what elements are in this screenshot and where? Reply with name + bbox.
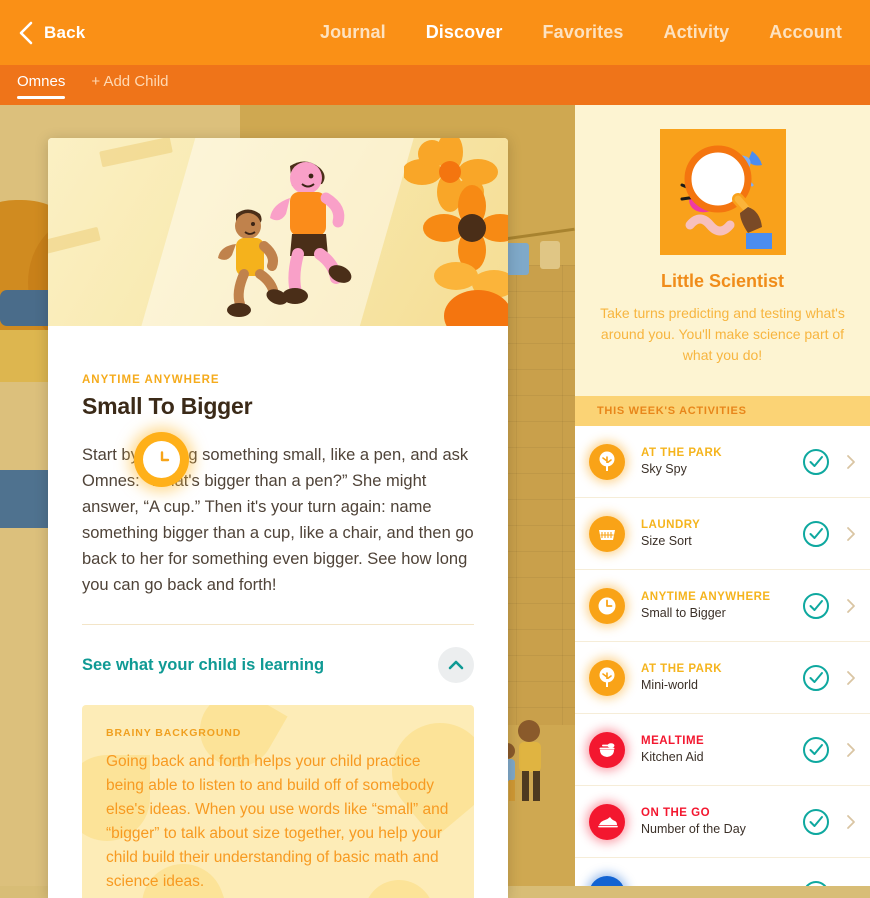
back-button[interactable]: Back xyxy=(18,21,85,45)
list-item-text: MEALTIME Kitchen Aid xyxy=(641,735,802,764)
learning-section-label: See what your child is learning xyxy=(82,655,325,674)
activity-card-body: ANYTIME ANYWHERE Small To Bigger Start b… xyxy=(48,326,508,898)
divider xyxy=(82,624,474,625)
activity-name: Small to Bigger xyxy=(641,606,726,620)
chevron-left-icon xyxy=(18,21,33,45)
check-circle-icon[interactable] xyxy=(802,592,830,620)
shoe-icon xyxy=(589,803,625,840)
hero-figures xyxy=(218,161,352,317)
chevron-right-icon[interactable] xyxy=(846,670,856,686)
nav-item-discover[interactable]: Discover xyxy=(426,22,503,43)
activity-title: Small To Bigger xyxy=(82,393,253,419)
week-activities-header: THIS WEEK'S ACTIVITIES xyxy=(575,396,870,426)
sidebar-title: Little Scientist xyxy=(660,271,785,291)
activity-name: Number of the Day xyxy=(641,822,746,836)
nav-item-journal[interactable]: Journal xyxy=(320,22,386,43)
check-circle-icon[interactable] xyxy=(802,664,830,692)
activity-detail-card: ANYTIME ANYWHERE Small To Bigger Start b… xyxy=(48,138,508,898)
activity-category-label: ANYTIME ANYWHERE xyxy=(82,374,220,386)
nav-item-favorites[interactable]: Favorites xyxy=(543,22,624,43)
bowl-icon xyxy=(589,731,625,768)
clock-icon xyxy=(589,587,625,624)
sidebar-description: Take turns predicting and testing what's… xyxy=(600,305,845,363)
activity-name: Mini-world xyxy=(641,678,698,692)
check-circle-icon[interactable] xyxy=(802,808,830,836)
list-item-text: AT THE PARK Sky Spy xyxy=(641,447,802,476)
activity-badge xyxy=(134,432,189,487)
child-tab-bar: Omnes + Add Child xyxy=(0,65,870,105)
activity-category: LAUNDRY xyxy=(641,519,701,531)
weekly-activities-sidebar: Little Scientist Take turns predicting a… xyxy=(575,105,870,886)
scene-laundry xyxy=(505,243,529,275)
scene-laundry xyxy=(540,241,560,269)
list-item[interactable]: AT THE PARK Sky Spy xyxy=(575,426,870,498)
child-tab-omnes[interactable]: Omnes xyxy=(17,73,66,99)
check-circle-icon[interactable] xyxy=(802,448,830,476)
list-item[interactable]: ON THE GO Number of the Day xyxy=(575,786,870,858)
magnifying-glass-bug-icon xyxy=(659,129,786,255)
sidebar-header: Little Scientist Take turns predicting a… xyxy=(575,105,870,396)
activity-category: AT THE PARK xyxy=(641,447,723,459)
basket-icon xyxy=(589,515,625,552)
list-item-text: LAUNDRY Size Sort xyxy=(641,519,802,548)
primary-nav: Journal Discover Favorites Activity Acco… xyxy=(320,0,870,65)
check-circle-icon[interactable] xyxy=(802,520,830,548)
tree-icon xyxy=(589,659,625,696)
activity-category: ANYTIME ANYWHERE xyxy=(641,591,771,603)
list-item[interactable]: ON THE GO xyxy=(575,858,870,886)
brainy-background-label: BRAINY BACKGROUND xyxy=(106,727,242,739)
activity-category: ON THE GO xyxy=(641,807,711,819)
back-label: Back xyxy=(44,22,86,42)
top-navigation-bar: Back Journal Discover Favorites Activity… xyxy=(0,0,870,65)
hero-tape xyxy=(99,138,173,168)
activity-name: Kitchen Aid xyxy=(641,750,704,764)
activity-hero-image xyxy=(48,138,508,326)
list-item-text: AT THE PARK Mini-world xyxy=(641,663,802,692)
nav-item-account[interactable]: Account xyxy=(769,22,842,43)
list-item-text: ON THE GO Number of the Day xyxy=(641,807,802,836)
list-item-text: ANYTIME ANYWHERE Small to Bigger xyxy=(641,591,802,620)
list-item[interactable]: MEALTIME Kitchen Aid xyxy=(575,714,870,786)
chevron-right-icon[interactable] xyxy=(846,454,856,470)
clock-icon xyxy=(143,441,180,478)
activity-category: AT THE PARK xyxy=(641,663,723,675)
activity-name: Size Sort xyxy=(641,534,692,548)
chevron-right-icon[interactable] xyxy=(846,598,856,614)
list-item[interactable]: ANYTIME ANYWHERE Small to Bigger xyxy=(575,570,870,642)
brainy-background-text: Going back and forth helps your child pr… xyxy=(106,753,449,890)
list-item[interactable]: LAUNDRY Size Sort xyxy=(575,498,870,570)
hero-flowers xyxy=(404,138,508,326)
add-child-button[interactable]: + Add Child xyxy=(91,73,168,99)
tree-icon xyxy=(589,443,625,480)
list-item[interactable]: AT THE PARK Mini-world xyxy=(575,642,870,714)
check-circle-icon[interactable] xyxy=(802,880,830,886)
chevron-up-icon[interactable] xyxy=(438,647,474,683)
learning-section-toggle[interactable]: See what your child is learning xyxy=(82,647,474,683)
chevron-right-icon[interactable] xyxy=(846,526,856,542)
hero-tape xyxy=(48,226,101,256)
chevron-right-icon[interactable] xyxy=(846,814,856,830)
stroller-icon xyxy=(589,875,625,886)
check-circle-icon[interactable] xyxy=(802,736,830,764)
nav-item-activity[interactable]: Activity xyxy=(663,22,729,43)
chevron-right-icon[interactable] xyxy=(846,742,856,758)
activity-category: MEALTIME xyxy=(641,735,705,747)
brainy-background-panel: BRAINY BACKGROUND Going back and forth h… xyxy=(82,705,474,898)
activity-name: Sky Spy xyxy=(641,462,687,476)
